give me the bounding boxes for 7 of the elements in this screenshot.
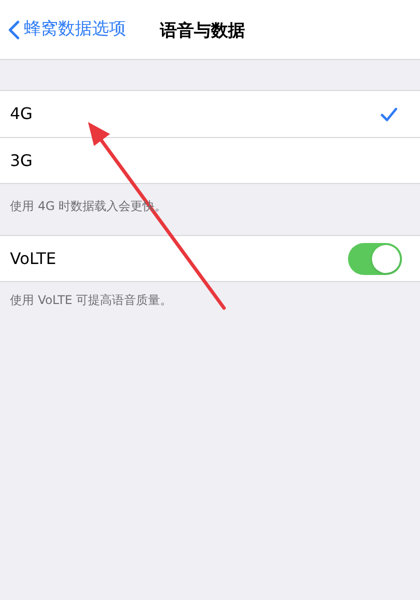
back-button[interactable]: 蜂窝数据选项 [0, 16, 126, 42]
checkmark-icon [380, 106, 398, 122]
volte-toggle[interactable] [348, 242, 402, 274]
volte-label: VoLTE [10, 248, 56, 270]
back-chevron-icon [8, 20, 20, 40]
footer-note: 使用 VoLTE 可提高语音质量。 [9, 292, 174, 309]
screen-title: 语音与数据 [160, 20, 245, 43]
